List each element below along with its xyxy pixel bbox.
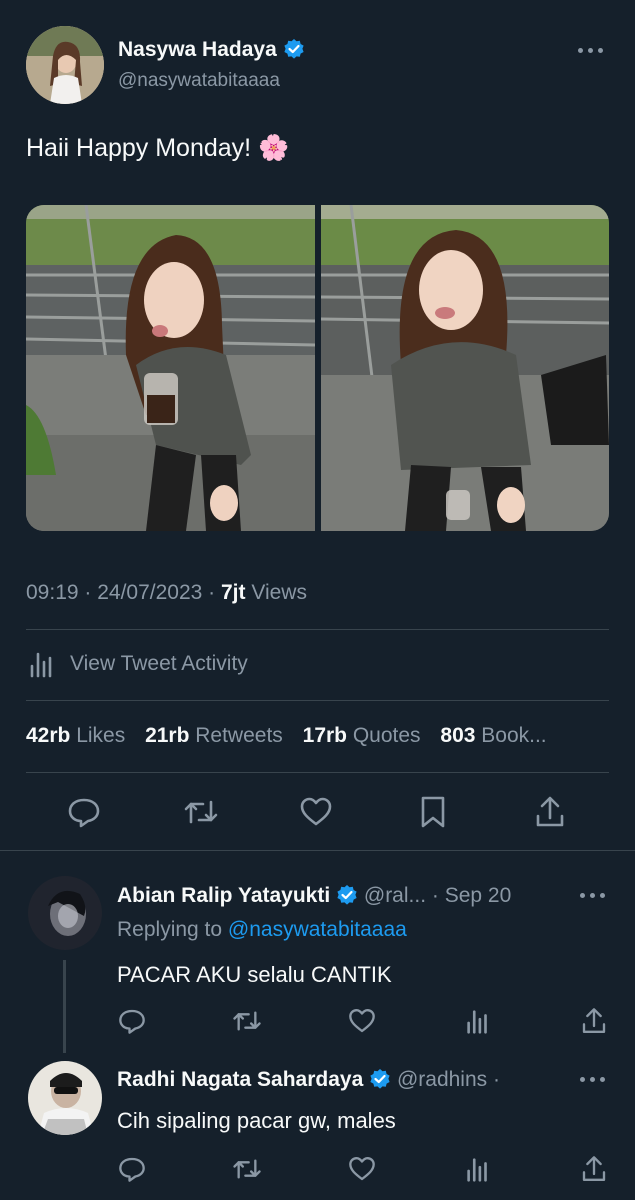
tweet-text: Haii Happy Monday! 🌸 [26, 134, 290, 162]
reply-icon[interactable] [66, 794, 102, 830]
tweet-photo-2[interactable] [321, 205, 609, 531]
retweet-icon[interactable] [231, 1154, 263, 1184]
reply-action-bar [117, 1154, 609, 1186]
divider [26, 629, 609, 630]
share-icon[interactable] [532, 794, 568, 830]
divider [26, 700, 609, 701]
divider [26, 772, 609, 773]
reply-handle-meta[interactable]: @ral... · Sep 20 [364, 884, 511, 907]
verified-badge-icon [336, 884, 358, 906]
analytics-icon [26, 648, 58, 680]
stat-retweets[interactable]: 21rb Retweets [145, 724, 283, 747]
tweet-meta: 09:19 · 24/07/2023 · 7jt Views [26, 581, 307, 605]
reply-header: Radhi Nagata Sahardaya @radhins · [117, 1068, 500, 1092]
stat-bookmarks[interactable]: 803 Book... [440, 724, 546, 747]
reply-avatar[interactable] [28, 876, 102, 950]
reply-header: Abian Ralip Yatayukti @ral... · Sep 20 [117, 884, 511, 908]
heart-icon[interactable] [298, 794, 334, 830]
analytics-icon[interactable] [463, 1154, 493, 1184]
replying-to-handle[interactable]: @nasywatabitaaaa [228, 918, 407, 941]
author-name-row[interactable]: Nasywa Hadaya [118, 38, 305, 62]
divider [0, 850, 635, 851]
stat-quotes[interactable]: 17rb Quotes [303, 724, 421, 747]
tweet-activity-label: View Tweet Activity [70, 652, 248, 675]
author-handle[interactable]: @nasywatabitaaaa [118, 70, 280, 92]
author-avatar[interactable] [26, 26, 104, 104]
verified-badge-icon [369, 1068, 391, 1090]
reply-icon[interactable] [117, 1154, 147, 1184]
bookmark-icon[interactable] [416, 794, 450, 830]
retweet-icon[interactable] [182, 794, 220, 830]
stat-likes[interactable]: 42rb Likes [26, 724, 125, 747]
tweet-timestamp[interactable]: 09:19 · 24/07/2023 · [26, 581, 221, 604]
reply-icon[interactable] [117, 1006, 147, 1036]
tweet-photo-1[interactable] [26, 205, 315, 531]
tweet-stats: 42rb Likes 21rb Retweets 17rb Quotes 803… [26, 724, 547, 748]
reply-avatar[interactable] [28, 1061, 102, 1135]
verified-badge-icon [283, 38, 305, 60]
analytics-icon[interactable] [463, 1006, 493, 1036]
views-label: Views [245, 581, 307, 604]
views-count: 7jt [220, 581, 246, 604]
share-icon[interactable] [579, 1154, 609, 1184]
tweet-activity-link[interactable]: View Tweet Activity [26, 648, 248, 680]
heart-icon[interactable] [347, 1154, 377, 1184]
heart-icon[interactable] [347, 1006, 377, 1036]
more-options-icon[interactable] [578, 48, 603, 53]
reply-text: Cih sipaling pacar gw, males [117, 1108, 396, 1133]
reply-author-name[interactable]: Radhi Nagata Sahardaya [117, 1068, 363, 1091]
reply-thread-line [63, 960, 66, 1053]
author-name[interactable]: Nasywa Hadaya [118, 38, 277, 61]
share-icon[interactable] [579, 1006, 609, 1036]
more-options-icon[interactable] [580, 893, 605, 898]
retweet-icon[interactable] [231, 1006, 263, 1036]
tweet-media[interactable] [26, 205, 609, 531]
reply-text: PACAR AKU selalu CANTIK [117, 962, 392, 987]
tweet-action-bar [26, 790, 609, 834]
replying-to: Replying to @nasywatabitaaaa [117, 918, 407, 941]
reply-handle-meta[interactable]: @radhins · [397, 1068, 500, 1091]
more-options-icon[interactable] [580, 1077, 605, 1082]
reply-action-bar [117, 1006, 609, 1038]
reply-author-name[interactable]: Abian Ralip Yatayukti [117, 884, 330, 907]
